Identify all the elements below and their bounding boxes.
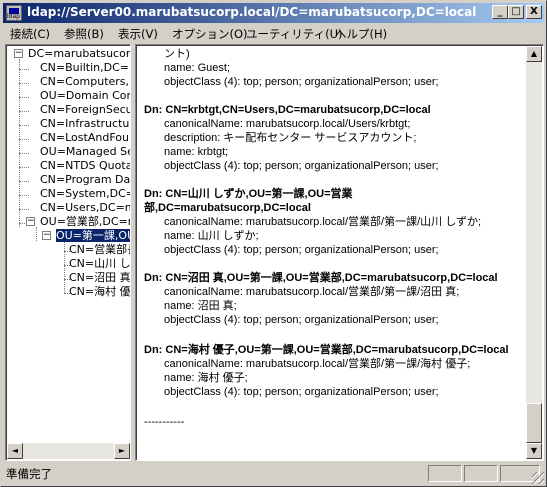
result-line: name: Guest;	[164, 62, 231, 74]
resize-grip-icon[interactable]	[532, 472, 544, 484]
app-window: ldap ldap://Server00.marubatsucorp.local…	[0, 0, 547, 487]
scroll-left-icon[interactable]: ◄	[7, 443, 23, 459]
tree-node-label: CN=ForeignSecurityPrincipals,DC=marubats…	[40, 103, 130, 116]
result-line: objectClass (4): top; person; organizati…	[164, 76, 439, 88]
ldap-app-icon[interactable]: ldap	[6, 5, 22, 21]
result-dn-line: Dn: CN=山川 しずか,OU=第一課,OU=営業	[144, 188, 353, 200]
scroll-right-icon[interactable]: ►	[114, 443, 130, 459]
tree-node-program-data[interactable]: CN=Program Data,DC=marubatsucorp,DC=loca…	[40, 173, 131, 186]
tree-node-label: CN=海村 優子,OU=第一課,OU=営業部,DC=marubatsucorp,…	[69, 285, 131, 298]
result-line: description: キー配布センター サービスアカウント;	[164, 132, 417, 144]
tree-node-label: OU=Domain Controllers,DC=marubatsucorp,D…	[40, 89, 130, 102]
tree-node-lostandfound[interactable]: CN=LostAndFound,DC=marubatsucorp,DC=loca…	[40, 131, 130, 144]
status-bar: 準備完了	[3, 463, 544, 484]
collapse-icon[interactable]: −	[42, 231, 51, 240]
result-line: canonicalName: marubatsucorp.local/営業部/第…	[164, 358, 471, 370]
tree-node-label: CN=Program Data,DC=marubatsucorp,DC=loca…	[40, 173, 131, 186]
result-line: objectClass (4): top; person; organizati…	[164, 386, 439, 398]
status-panel	[464, 465, 498, 482]
tree-node-label: CN=Infrastructure,DC=marubatsucorp,DC=lo…	[40, 117, 130, 130]
tree-node-label: OU=第一課,OU=営業部,DC=marubatsucorp,DC=local	[55, 228, 130, 243]
tree-node-managed-service[interactable]: OU=Managed Service Accounts,DC=marubatsu…	[40, 145, 130, 158]
tree-view: − DC=marubatsucorp,DC=local CN=Builtin,D…	[6, 45, 131, 446]
result-line: name: 沼田 真;	[164, 300, 237, 312]
window-title: ldap://Server00.marubatsucorp.local/DC=m…	[27, 5, 477, 19]
tree-pane[interactable]: − DC=marubatsucorp,DC=local CN=Builtin,D…	[5, 44, 131, 461]
result-dn-line: Dn: CN=krbtgt,CN=Users,DC=marubatsucorp,…	[144, 104, 431, 116]
menu-options[interactable]: オプション(O)	[172, 26, 248, 42]
tree-node-ntds-quotas[interactable]: CN=NTDS Quotas,DC=marubatsucorp,DC=local	[40, 159, 130, 172]
tree-horizontal-scrollbar[interactable]: ◄ ►	[7, 443, 130, 459]
status-panel	[428, 465, 462, 482]
tree-node-foreign-security[interactable]: CN=ForeignSecurityPrincipals,DC=marubats…	[40, 103, 130, 116]
tree-node-users[interactable]: CN=Users,DC=marubatsucorp,DC=local	[40, 201, 130, 214]
tree-node-kaimura[interactable]: CN=海村 優子,OU=第一課,OU=営業部,DC=marubatsucorp,…	[69, 285, 131, 298]
result-text: ント) name: Guest; objectClass (4): top; p…	[136, 45, 525, 460]
result-line: canonicalName: marubatsucorp.local/営業部/第…	[164, 286, 460, 298]
scroll-down-icon[interactable]: ▼	[526, 443, 542, 459]
tree-node-builtin[interactable]: CN=Builtin,DC=marubatsucorp,DC=local	[40, 61, 130, 74]
result-pane[interactable]: ント) name: Guest; objectClass (4): top; p…	[135, 44, 544, 461]
tree-node-computers[interactable]: CN=Computers,DC=marubatsucorp,DC=local	[40, 75, 130, 88]
status-text: 準備完了	[6, 467, 52, 481]
result-line: objectClass (4): top; person; organizati…	[164, 244, 439, 256]
menu-view[interactable]: 表示(V)	[118, 26, 158, 42]
menu-help[interactable]: ヘルプ(H)	[335, 26, 387, 42]
tree-node-sales-manager[interactable]: CN=営業部長,OU=第一課,OU=営業部,DC=marubatsucorp,D…	[69, 243, 130, 256]
tree-node-label: CN=System,DC=marubatsucorp,DC=local	[40, 187, 130, 200]
tree-node-label: CN=Users,DC=marubatsucorp,DC=local	[40, 201, 130, 214]
result-separator: -----------	[144, 416, 185, 428]
menu-connection[interactable]: 接続(C)	[10, 26, 50, 42]
close-button[interactable]: X	[526, 5, 542, 19]
title-bar[interactable]: ldap ldap://Server00.marubatsucorp.local…	[3, 3, 544, 23]
menu-bar: 接続(C) 参照(B) 表示(V) オプション(O) ユーティリティ(U) ヘル…	[3, 24, 544, 42]
app-icon-text: ldap	[7, 13, 20, 20]
tree-node-label: OU=営業部,DC=marubatsucorp,DC=local	[40, 215, 130, 228]
tree-node-label: DC=marubatsucorp,DC=local	[28, 47, 131, 60]
tree-node-yamakawa[interactable]: CN=山川 しずか,OU=第一課,OU=営業部,DC=marubatsucorp…	[69, 257, 131, 270]
tree-node-system[interactable]: CN=System,DC=marubatsucorp,DC=local	[40, 187, 130, 200]
collapse-icon[interactable]: −	[26, 217, 35, 226]
tree-node-label: CN=LostAndFound,DC=marubatsucorp,DC=loca…	[40, 131, 130, 144]
minimize-button[interactable]: _	[492, 5, 508, 19]
tree-node-domain-controllers[interactable]: OU=Domain Controllers,DC=marubatsucorp,D…	[40, 89, 130, 102]
result-line: ント)	[164, 48, 190, 60]
scroll-thumb[interactable]	[526, 403, 542, 443]
tree-node-numata[interactable]: CN=沼田 真,OU=第一課,OU=営業部,DC=marubatsucorp,D…	[69, 271, 131, 284]
tree-node-label: CN=営業部長,OU=第一課,OU=営業部,DC=marubatsucorp,D…	[69, 243, 130, 256]
tree-node-label: OU=Managed Service Accounts,DC=marubatsu…	[40, 145, 130, 158]
menu-browse[interactable]: 参照(B)	[64, 26, 104, 42]
tree-node-label: CN=Computers,DC=marubatsucorp,DC=local	[40, 75, 130, 88]
maximize-button[interactable]: □	[508, 5, 524, 19]
collapse-icon[interactable]: −	[14, 49, 23, 58]
tree-node-label: CN=山川 しずか,OU=第一課,OU=営業部,DC=marubatsucorp…	[69, 257, 131, 270]
result-line: objectClass (4): top; person; organizati…	[164, 314, 439, 326]
result-line: name: 海村 優子;	[164, 372, 248, 384]
tree-node-infrastructure[interactable]: CN=Infrastructure,DC=marubatsucorp,DC=lo…	[40, 117, 130, 130]
tree-node-label: CN=沼田 真,OU=第一課,OU=営業部,DC=marubatsucorp,D…	[69, 271, 131, 284]
result-dn-line: Dn: CN=沼田 真,OU=第一課,OU=営業部,DC=marubatsuco…	[144, 272, 498, 284]
menu-utilities[interactable]: ユーティリティ(U)	[246, 26, 343, 42]
result-vertical-scrollbar[interactable]: ▲ ▼	[526, 46, 542, 459]
result-dn-line: Dn: CN=海村 優子,OU=第一課,OU=営業部,DC=marubatsuc…	[144, 344, 509, 356]
scroll-up-icon[interactable]: ▲	[526, 46, 542, 62]
result-line: objectClass (4): top; person; organizati…	[164, 160, 439, 172]
tree-node-label: CN=Builtin,DC=marubatsucorp,DC=local	[40, 61, 130, 74]
result-line: canonicalName: marubatsucorp.local/Users…	[164, 118, 411, 130]
result-dn-line: 部,DC=marubatsucorp,DC=local	[144, 202, 311, 214]
result-line: name: 山川 しずか;	[164, 230, 259, 242]
result-line: name: krbtgt;	[164, 146, 229, 158]
result-line: canonicalName: marubatsucorp.local/営業部/第…	[164, 216, 482, 228]
tree-node-label: CN=NTDS Quotas,DC=marubatsucorp,DC=local	[40, 159, 130, 172]
